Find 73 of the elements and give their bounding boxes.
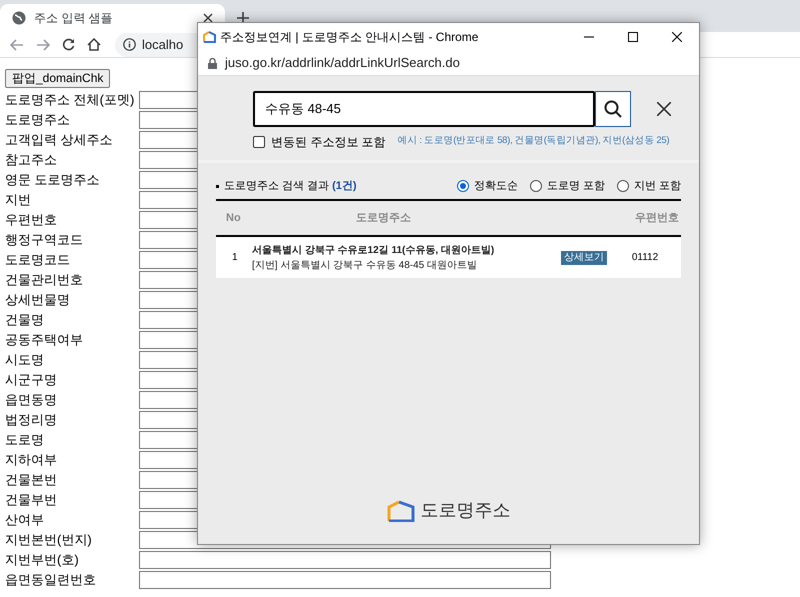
maximize-icon[interactable]: [628, 32, 638, 42]
window-title: 주소정보연계 | 도로명주소 안내시스템 - Chrome: [220, 29, 480, 46]
lock-icon: [208, 58, 217, 68]
url-text: juso.go.kr/addrlink/addrLinkUrlSearch.do: [225, 54, 460, 72]
sort-radio[interactable]: [616, 180, 629, 192]
field-label: 도로명주소: [5, 111, 71, 130]
field-label: 도로명: [5, 431, 45, 450]
input-field[interactable]: [139, 551, 551, 569]
field-label: 지번: [5, 191, 32, 210]
checkbox-label: 변동된 주소정보 포함: [271, 134, 386, 150]
search-button[interactable]: [595, 91, 631, 127]
input-field[interactable]: [139, 571, 551, 589]
field-label: 읍면동일련번호: [5, 571, 97, 590]
popup-button[interactable]: 팝업_domainChk: [5, 68, 110, 88]
sort-label: 지번 포함: [634, 178, 681, 194]
sort-label: 정확도순: [474, 178, 518, 194]
field-label: 시군구명: [5, 371, 58, 390]
back-icon[interactable]: [10, 38, 24, 50]
field-label: 건물부번: [5, 491, 58, 510]
logo-icon: [203, 31, 216, 43]
row-number: 1: [231, 251, 239, 265]
close-icon[interactable]: [203, 13, 213, 23]
bullet-icon: [216, 184, 219, 188]
field-label: 도로명코드: [5, 251, 71, 270]
search-icon: [604, 100, 622, 118]
field-label: 우편번호: [5, 211, 58, 230]
field-label: 건물본번: [5, 471, 58, 490]
field-label: 참고주소: [5, 151, 58, 170]
road-address: 서울특별시 강북구 수유로12길 11(수유동, 대원아트빌): [252, 244, 496, 258]
tab-title: 주소 입력 샘플: [34, 10, 114, 27]
field-label: 시도명: [5, 351, 45, 370]
forward-icon[interactable]: [36, 38, 50, 50]
detail-button[interactable]: 상세보기: [561, 250, 607, 264]
sort-label: 도로명 포함: [546, 178, 605, 194]
column-header: 우편번호: [634, 210, 679, 226]
field-label: 건물명: [5, 311, 45, 330]
field-label: 고객입력 상세주소: [5, 131, 114, 150]
sort-radio[interactable]: [456, 180, 469, 192]
example-text: 예시 : 도로명(반포대로 58), 건물명(독립기념관), 지번(삼성동 25): [398, 134, 670, 148]
close-icon[interactable]: [672, 32, 682, 42]
home-icon[interactable]: [87, 38, 101, 51]
logo-icon: [386, 500, 414, 522]
column-header: 도로명주소: [356, 210, 411, 226]
sort-radio[interactable]: [530, 180, 542, 192]
field-label: 도로명주소 전체(포멧): [5, 91, 136, 110]
field-label: 지번부번(호): [5, 551, 80, 570]
field-label: 행정구역코드: [5, 231, 84, 250]
checkbox[interactable]: [253, 136, 265, 148]
field-label: 읍면동명: [5, 391, 58, 410]
logo-text: 도로명주소: [420, 499, 510, 522]
info-icon: [123, 38, 136, 51]
browser-tab[interactable]: 주소 입력 샘플: [0, 4, 225, 32]
jibun-address: [지번] 서울특별시 강북구 수유동 48-45 대원아트빌: [252, 258, 478, 272]
field-label: 영문 도로명주소: [5, 171, 101, 190]
close-icon[interactable]: [657, 102, 671, 116]
field-label: 법정리명: [5, 411, 58, 430]
zip-code: 01112: [630, 251, 660, 265]
field-label: 상세번물명: [5, 291, 71, 310]
globe-icon: [12, 11, 26, 25]
search-field[interactable]: 수유동 48-45: [253, 91, 595, 127]
results-title: 도로명주소 검색 결과: [224, 178, 330, 194]
address-text: localho: [142, 36, 184, 54]
field-label: 건물관리번호: [5, 271, 84, 290]
column-header: No: [226, 210, 242, 226]
field-label: 지번본번(번지): [5, 531, 93, 550]
results-count: (1건): [332, 178, 357, 194]
reload-icon[interactable]: [62, 38, 75, 51]
field-label: 공동주택여부: [5, 331, 84, 350]
field-label: 산여부: [5, 511, 45, 530]
field-label: 지하여부: [5, 451, 58, 470]
minimize-icon[interactable]: [584, 36, 594, 38]
result-row[interactable]: 1 서울특별시 강북구 수유로12길 11(수유동, 대원아트빌) [지번] 서울특별시 강북구 수유동 48-45 대원아트빌 상세보기 01112: [216, 237, 681, 278]
new-tab-icon[interactable]: [237, 12, 249, 24]
